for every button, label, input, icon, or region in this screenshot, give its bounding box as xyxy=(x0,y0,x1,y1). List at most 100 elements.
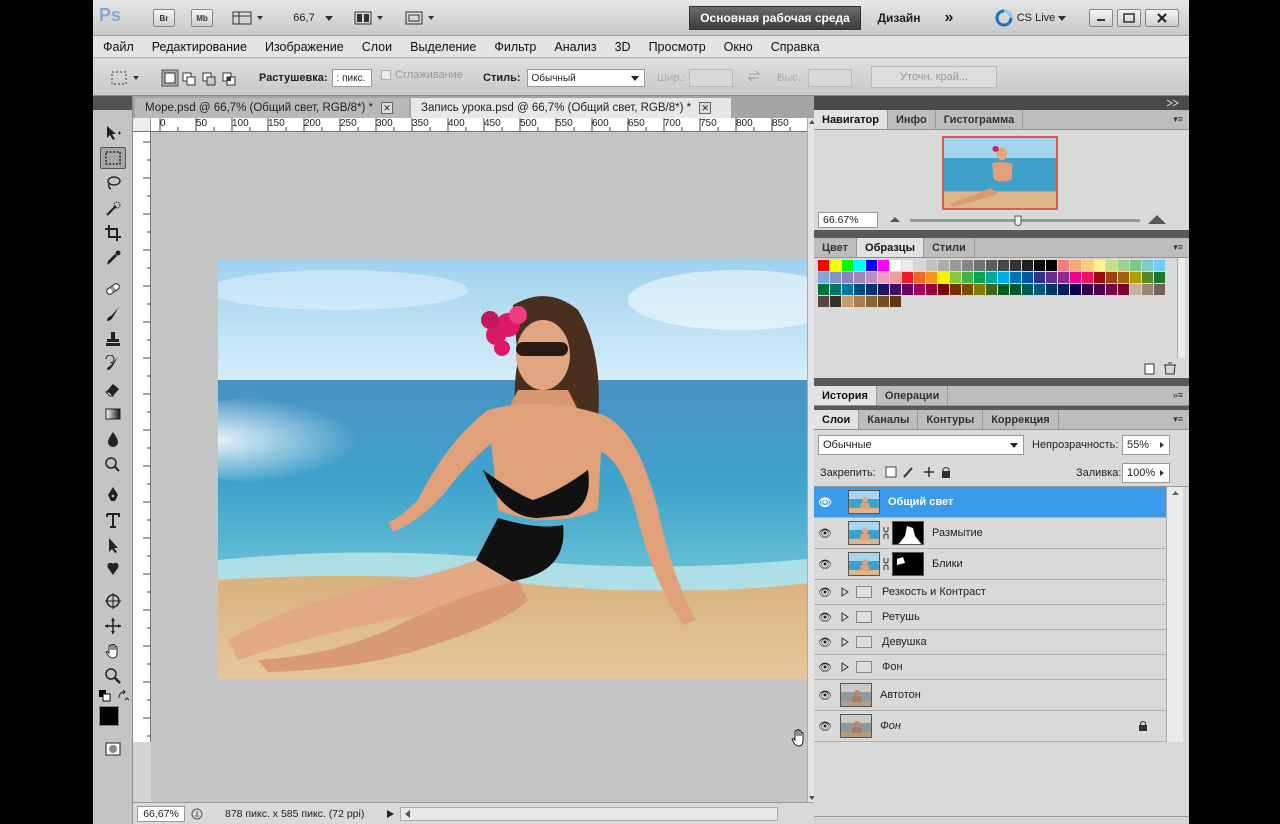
tools-panel-header[interactable] xyxy=(93,96,132,110)
swatch[interactable] xyxy=(1082,284,1093,295)
swatch[interactable] xyxy=(1118,284,1129,295)
arrange-documents-button[interactable] xyxy=(351,8,391,28)
layer-group-row[interactable]: 👁 Девушка xyxy=(814,630,1166,655)
delete-swatch-icon[interactable] xyxy=(1164,362,1176,375)
swatch[interactable] xyxy=(1022,260,1033,271)
swatch[interactable] xyxy=(1106,260,1117,271)
status-info-icon[interactable] xyxy=(191,808,203,820)
swatch[interactable] xyxy=(1034,284,1045,295)
tab-actions[interactable]: Операции xyxy=(877,386,949,405)
swatch[interactable] xyxy=(1010,284,1021,295)
screen-mode-button[interactable] xyxy=(401,8,441,28)
swatch[interactable] xyxy=(914,272,925,283)
swatch[interactable] xyxy=(938,272,949,283)
swatch[interactable] xyxy=(1154,272,1165,283)
swatch[interactable] xyxy=(902,260,913,271)
panel-menu-icon[interactable]: ▾≡ xyxy=(1173,114,1183,125)
path-selection-tool[interactable] xyxy=(100,534,126,556)
swatch[interactable] xyxy=(1130,272,1141,283)
layer-row[interactable]: 👁 Размытие xyxy=(814,518,1166,549)
swatch[interactable] xyxy=(818,260,829,271)
view-extras-button[interactable] xyxy=(229,8,269,28)
swatch[interactable] xyxy=(998,272,1009,283)
swatch[interactable] xyxy=(830,260,841,271)
move-tool[interactable] xyxy=(100,122,126,144)
pen-tool[interactable] xyxy=(100,484,126,506)
swatch[interactable] xyxy=(1082,260,1093,271)
swatch[interactable] xyxy=(1070,284,1081,295)
swatch[interactable] xyxy=(1010,260,1021,271)
selection-mode-icons[interactable] xyxy=(161,69,241,87)
swatch[interactable] xyxy=(866,284,877,295)
panel-menu-icon[interactable]: »≡ xyxy=(1173,390,1183,400)
swatch[interactable] xyxy=(866,296,877,307)
swatch-grid[interactable] xyxy=(818,260,1166,308)
tab-styles[interactable]: Стили xyxy=(924,238,975,257)
eye-icon[interactable]: 👁 xyxy=(814,636,836,649)
swatch[interactable] xyxy=(854,272,865,283)
lasso-tool[interactable] xyxy=(100,172,126,194)
refine-edge-button[interactable]: Уточн. край... xyxy=(871,66,997,88)
eye-icon[interactable]: 👁 xyxy=(814,586,836,599)
quick-selection-tool[interactable] xyxy=(100,197,126,219)
swatch[interactable] xyxy=(974,284,985,295)
3d-camera-tool[interactable] xyxy=(100,615,126,637)
navigator-zoom-input[interactable]: 66.67% xyxy=(818,212,878,228)
rectangular-marquee-tool[interactable] xyxy=(99,147,126,169)
swatch[interactable] xyxy=(878,296,889,307)
antialias-checkbox[interactable]: Сглаживание xyxy=(381,69,463,81)
swatch[interactable] xyxy=(842,272,853,283)
status-zoom-field[interactable]: 66,67% xyxy=(137,805,185,822)
swatch[interactable] xyxy=(1094,284,1105,295)
layer-group-row[interactable]: 👁 Ретушь xyxy=(814,605,1166,630)
swatch[interactable] xyxy=(986,272,997,283)
swatch[interactable] xyxy=(974,272,985,283)
swatch[interactable] xyxy=(1010,272,1021,283)
foreground-color[interactable] xyxy=(99,706,119,726)
dodge-tool[interactable] xyxy=(100,453,126,475)
hand-tool[interactable] xyxy=(100,640,126,662)
swatch[interactable] xyxy=(1058,272,1069,283)
layer-row[interactable]: 👁 Автотон xyxy=(814,680,1166,711)
eye-icon[interactable]: 👁 xyxy=(814,558,836,571)
swatch[interactable] xyxy=(902,272,913,283)
tab-channels[interactable]: Каналы xyxy=(859,410,919,429)
layer-row[interactable]: 👁 Блики xyxy=(814,549,1166,580)
swatches-scrollbar[interactable] xyxy=(1177,258,1185,358)
restore-button[interactable] xyxy=(1117,9,1141,27)
swatch[interactable] xyxy=(890,284,901,295)
eye-icon[interactable]: 👁 xyxy=(814,527,836,540)
swatch[interactable] xyxy=(818,284,829,295)
zoom-tool[interactable] xyxy=(100,665,126,687)
menu-layer[interactable]: Слои xyxy=(362,40,392,54)
swatch[interactable] xyxy=(1094,260,1105,271)
swatch[interactable] xyxy=(1118,260,1129,271)
swatch[interactable] xyxy=(1022,272,1033,283)
swatch[interactable] xyxy=(818,296,829,307)
swatch[interactable] xyxy=(1046,260,1057,271)
3d-rotate-tool[interactable] xyxy=(100,590,126,612)
swatch[interactable] xyxy=(1034,260,1045,271)
mini-bridge-button[interactable]: Mb xyxy=(191,8,213,28)
menu-file[interactable]: Файл xyxy=(103,40,134,54)
swatch[interactable] xyxy=(950,284,961,295)
panel-menu-icon[interactable]: ▾≡ xyxy=(1173,242,1183,253)
horizontal-scrollbar[interactable] xyxy=(400,806,779,821)
swatch[interactable] xyxy=(950,272,961,283)
fill-input[interactable]: 100% xyxy=(1122,463,1170,483)
spot-healing-tool[interactable] xyxy=(100,278,126,300)
layer-mask-thumbnail[interactable] xyxy=(892,521,924,545)
swatch[interactable] xyxy=(1154,260,1165,271)
menu-image[interactable]: Изображение xyxy=(265,40,344,54)
tab-history[interactable]: История xyxy=(814,386,877,405)
feather-input[interactable]: : пикс. xyxy=(331,69,372,87)
swatch[interactable] xyxy=(926,284,937,295)
swatch[interactable] xyxy=(938,260,949,271)
swatch[interactable] xyxy=(986,284,997,295)
swatch[interactable] xyxy=(938,284,949,295)
tab-color[interactable]: Цвет xyxy=(814,238,858,257)
status-menu-arrow-icon[interactable] xyxy=(384,808,396,820)
layer-row[interactable]: 👁 Общий свет xyxy=(814,487,1166,518)
swatch[interactable] xyxy=(902,284,913,295)
swatch[interactable] xyxy=(890,296,901,307)
